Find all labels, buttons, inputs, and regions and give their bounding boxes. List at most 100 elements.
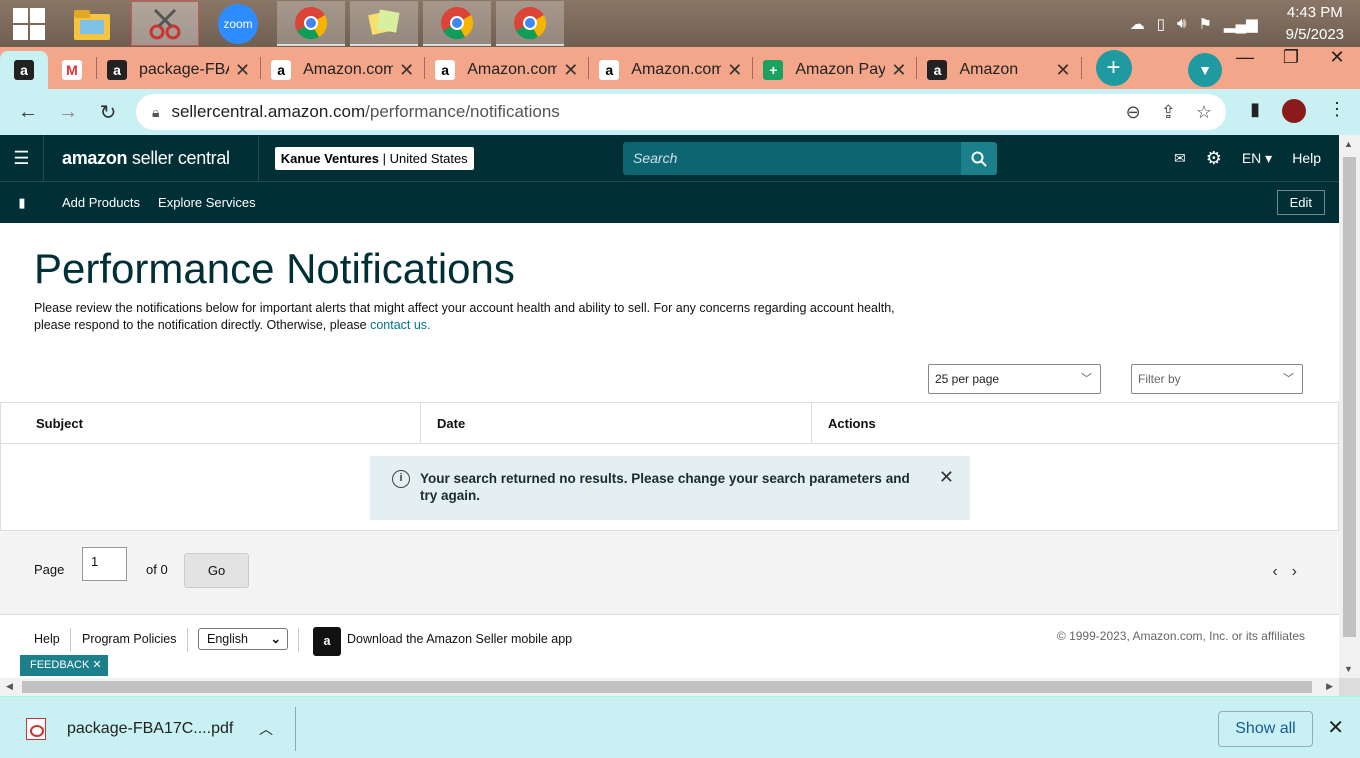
chevron-up-icon[interactable]: ︿ bbox=[259, 719, 273, 739]
windows-start-icon[interactable] bbox=[0, 0, 58, 47]
vertical-scrollbar[interactable]: ▲ ▼ bbox=[1339, 135, 1360, 678]
go-button[interactable]: Go bbox=[184, 553, 249, 588]
reload-icon[interactable]: ↻ bbox=[88, 100, 128, 125]
language-selector[interactable]: EN ▾ bbox=[1242, 150, 1272, 167]
volume-icon[interactable]: 🔊︎ bbox=[1177, 15, 1186, 32]
download-bar: package-FBA17C....pdf ︿ Show all ✕ bbox=[0, 696, 1360, 758]
download-app-link[interactable]: Download the Amazon Seller mobile app bbox=[347, 632, 572, 646]
footer-separator bbox=[70, 628, 71, 652]
vertical-scroll-thumb[interactable] bbox=[1343, 157, 1356, 637]
tab-amazon-com-1[interactable]: a Amazon.com ✕ bbox=[261, 51, 424, 89]
help-link[interactable]: Help bbox=[1292, 150, 1321, 166]
scroll-left-icon[interactable]: ◀ bbox=[6, 681, 13, 692]
column-subject[interactable]: Subject bbox=[20, 403, 420, 444]
hamburger-menu-icon[interactable]: ☰ bbox=[0, 135, 44, 181]
close-icon[interactable]: ✕ bbox=[939, 468, 954, 486]
tab-package-fba[interactable]: a package-FBA ✕ bbox=[97, 51, 260, 89]
close-icon[interactable]: ✕ bbox=[92, 659, 101, 671]
page-number-input[interactable]: 1 bbox=[82, 547, 127, 581]
tab-amazon-com-3[interactable]: a Amazon.com ✕ bbox=[589, 51, 752, 89]
seller-search: Search bbox=[623, 142, 997, 175]
search-input[interactable]: Search bbox=[623, 142, 961, 175]
close-tab-icon[interactable]: ✕ bbox=[1055, 60, 1070, 81]
seller-central-logo[interactable]: amazon seller central bbox=[62, 148, 230, 169]
close-tab-icon[interactable]: ✕ bbox=[235, 60, 250, 81]
scroll-up-icon[interactable]: ▲ bbox=[1344, 139, 1353, 149]
main-content: Performance Notifications Please review … bbox=[0, 223, 1339, 678]
amazon-app-icon[interactable]: a bbox=[313, 627, 341, 656]
tab-amazon[interactable]: a Amazon ✕ bbox=[917, 51, 1080, 89]
close-tab-icon[interactable]: ✕ bbox=[727, 60, 742, 81]
feedback-button[interactable]: FEEDBACK ✕ bbox=[20, 655, 108, 676]
per-page-select[interactable]: 25 per page ﹀ bbox=[928, 364, 1101, 394]
signal-icon[interactable]: ▂▄▆ bbox=[1224, 15, 1258, 33]
chrome-menu-icon[interactable]: ⋮ bbox=[1328, 99, 1346, 123]
battery-icon[interactable]: ▯ bbox=[1157, 15, 1165, 33]
scroll-down-icon[interactable]: ▼ bbox=[1344, 664, 1353, 674]
chrome-icon[interactable] bbox=[423, 1, 491, 46]
gear-icon[interactable]: ⚙ bbox=[1206, 148, 1222, 169]
logo-main: amazon bbox=[62, 147, 128, 168]
filter-by-select[interactable]: Filter by ﹀ bbox=[1131, 364, 1303, 394]
flag-icon[interactable]: ⚑ bbox=[1198, 15, 1211, 33]
search-button[interactable] bbox=[961, 142, 997, 175]
clock[interactable]: 4:43 PM 9/5/2023 bbox=[1286, 2, 1344, 46]
bookmark-icon[interactable]: ▮ bbox=[0, 195, 44, 211]
scroll-right-icon[interactable]: ▶ bbox=[1326, 681, 1333, 692]
contact-us-link[interactable]: contact us. bbox=[370, 318, 430, 332]
side-panel-icon[interactable]: ▮ bbox=[1250, 99, 1260, 123]
onedrive-icon[interactable]: ☁ bbox=[1130, 15, 1145, 33]
tab-search-chevron-icon[interactable]: ▼ bbox=[1188, 53, 1222, 87]
tab-gmail[interactable]: M bbox=[48, 51, 96, 89]
tab-amazon-pay[interactable]: + Amazon Pay ✕ bbox=[753, 51, 916, 89]
store-selector[interactable]: Kanue Ventures | United States bbox=[257, 135, 474, 181]
file-explorer-icon[interactable] bbox=[58, 1, 126, 46]
pagination: Page 1 of 0 Go ‹ › bbox=[0, 531, 1339, 615]
chevron-left-icon[interactable]: ‹ bbox=[1272, 563, 1277, 581]
amazon-favicon-icon: a bbox=[599, 60, 620, 80]
edit-button[interactable]: Edit bbox=[1276, 190, 1325, 215]
download-item[interactable]: package-FBA17C....pdf ︿ bbox=[20, 707, 296, 751]
close-tab-icon[interactable]: ✕ bbox=[399, 60, 414, 81]
show-all-button[interactable]: Show all bbox=[1218, 711, 1313, 747]
minimize-icon[interactable]: — bbox=[1222, 47, 1268, 75]
no-results-alert: i Your search returned no results. Pleas… bbox=[370, 456, 970, 520]
close-window-icon[interactable]: ✕ bbox=[1314, 47, 1360, 75]
sticky-notes-icon[interactable] bbox=[350, 1, 418, 46]
program-policies-link[interactable]: Program Policies bbox=[82, 632, 176, 646]
lock-icon[interactable]: 🔒︎ bbox=[152, 104, 159, 121]
chrome-icon[interactable] bbox=[496, 1, 564, 46]
snipping-tool-icon[interactable] bbox=[131, 1, 199, 46]
footer-help-link[interactable]: Help bbox=[34, 632, 60, 646]
mail-icon[interactable]: ✉ bbox=[1174, 150, 1186, 167]
new-tab-button[interactable]: + bbox=[1095, 50, 1132, 86]
bookmark-star-icon[interactable]: ☆ bbox=[1196, 102, 1212, 123]
tab-title: Amazon Pay bbox=[795, 61, 886, 78]
horizontal-scrollbar[interactable]: ◀ ▶ bbox=[0, 678, 1339, 696]
chevron-right-icon[interactable]: › bbox=[1292, 563, 1297, 581]
close-icon[interactable]: ✕ bbox=[1327, 715, 1344, 740]
chrome-icon[interactable] bbox=[277, 1, 345, 46]
restore-icon[interactable]: ❐ bbox=[1268, 47, 1314, 75]
close-tab-icon[interactable]: ✕ bbox=[891, 60, 906, 81]
store-region: United States bbox=[389, 150, 468, 166]
tab-title: Amazon.com bbox=[467, 61, 558, 78]
column-date[interactable]: Date bbox=[420, 403, 811, 444]
profile-avatar[interactable] bbox=[1282, 99, 1306, 123]
zoom-out-icon[interactable]: ⊖ bbox=[1126, 102, 1141, 123]
forward-arrow-icon[interactable]: → bbox=[48, 101, 88, 124]
footer-language-select[interactable]: English ⌄ bbox=[198, 628, 288, 650]
horizontal-scroll-thumb[interactable] bbox=[22, 681, 1312, 693]
zoom-icon[interactable]: zoom bbox=[204, 1, 272, 46]
tab-amazon-active[interactable]: a bbox=[0, 51, 48, 89]
add-products-link[interactable]: Add Products bbox=[62, 195, 140, 210]
share-icon[interactable]: ⇪ bbox=[1161, 102, 1176, 123]
back-arrow-icon[interactable]: ← bbox=[8, 101, 48, 124]
page-description: Please review the notifications below fo… bbox=[34, 300, 904, 334]
sheets-favicon-icon: + bbox=[763, 60, 784, 80]
close-tab-icon[interactable]: ✕ bbox=[563, 60, 578, 81]
explore-services-link[interactable]: Explore Services bbox=[158, 195, 256, 210]
chevron-down-icon: ﹀ bbox=[1283, 373, 1294, 385]
tab-amazon-com-2[interactable]: a Amazon.com ✕ bbox=[425, 51, 588, 89]
url-field[interactable]: 🔒︎ sellercentral.amazon.com/performance/… bbox=[136, 94, 1226, 130]
